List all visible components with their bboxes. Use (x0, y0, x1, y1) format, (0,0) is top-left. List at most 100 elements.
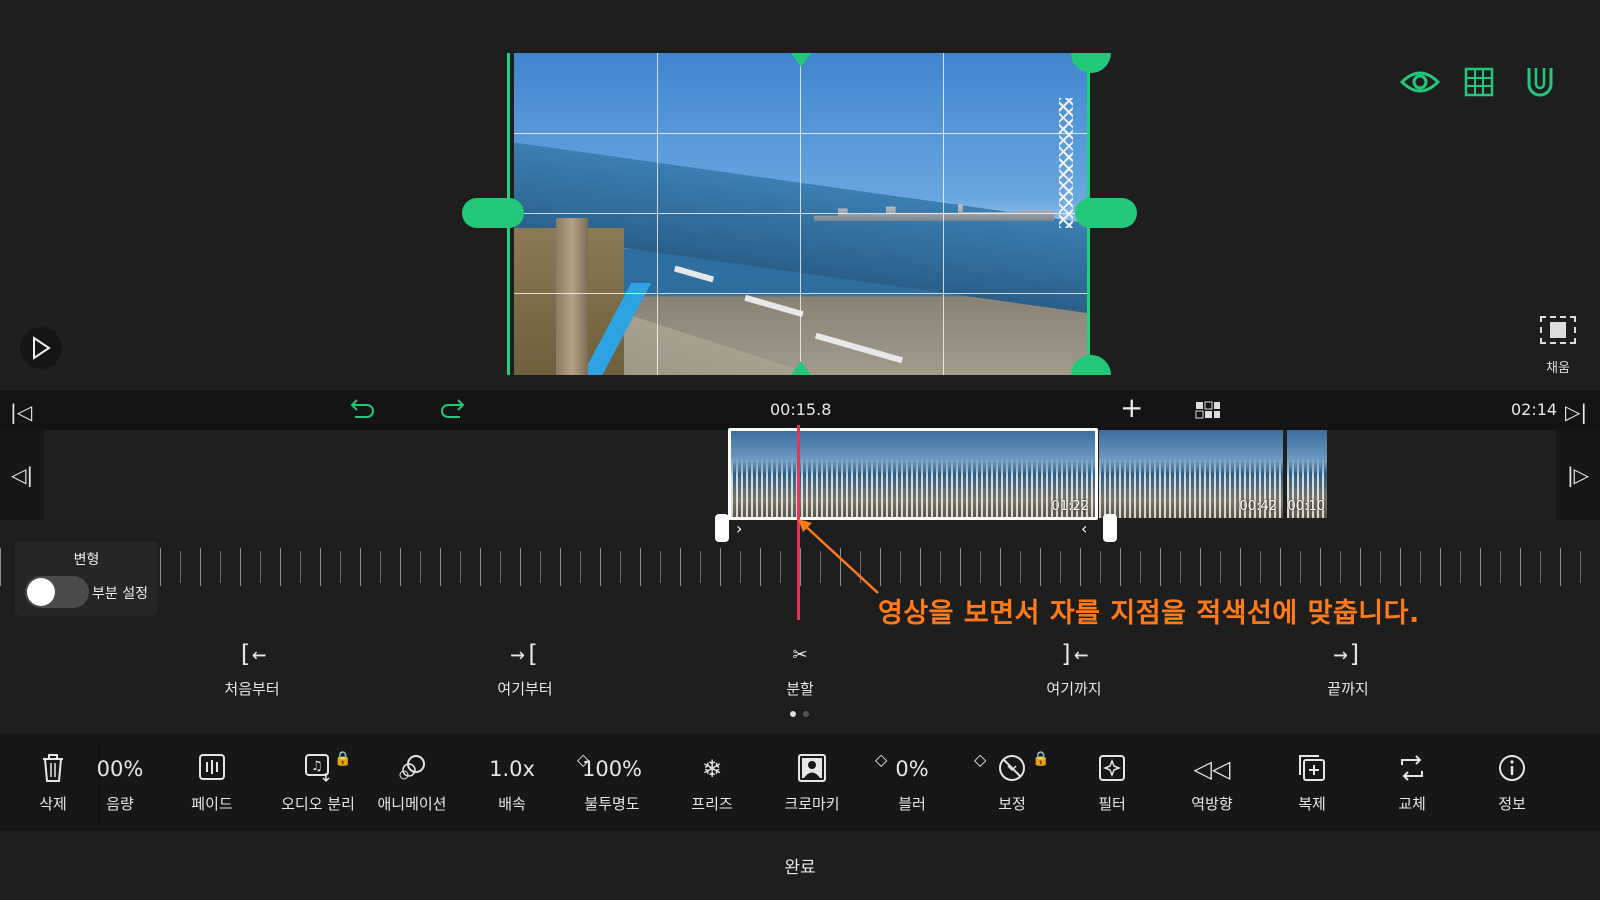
reverse-icon: ◁◁ (1193, 755, 1231, 783)
current-time: 00:15.8 (770, 400, 832, 419)
trim-to-here-button[interactable]: ]← 여기까지 (1009, 636, 1139, 699)
split-button[interactable]: ✂ 분할 (735, 636, 865, 699)
tool-label: 역방향 (1191, 795, 1233, 813)
guide-grid-line (800, 53, 801, 375)
play-icon (33, 336, 51, 360)
trim-to-here-icon: ]← (1059, 640, 1089, 668)
trim-from-here-icon: →[ (510, 640, 540, 668)
tool-label: 음량 (106, 795, 134, 813)
video-post (556, 218, 588, 375)
lock-icon: 🔒 (334, 751, 352, 767)
animation-icon (362, 753, 462, 785)
guide-grid-line (514, 293, 1087, 294)
done-button[interactable]: 완료 (0, 831, 1600, 900)
road-dash (673, 265, 715, 283)
jump-to-end-icon[interactable]: ▷| (1565, 400, 1587, 424)
video-tower (1059, 98, 1073, 228)
trim-action-label: 끝까지 (1327, 680, 1369, 698)
redo-icon[interactable] (438, 396, 466, 424)
transform-panel: 변형 부분 설정 (15, 541, 158, 616)
tool-adjust[interactable]: 보정 (964, 733, 1060, 831)
road-dash (744, 294, 804, 318)
info-icon (1464, 753, 1560, 785)
partial-setting-toggle[interactable] (25, 576, 89, 608)
filter-icon (1064, 753, 1160, 785)
prev-frame-button[interactable]: ◁| (0, 430, 44, 520)
tool-speed[interactable]: 1.0x 배속 (464, 733, 560, 831)
trim-action-label: 여기까지 (1046, 680, 1102, 698)
tool-fade[interactable]: 페이드 (164, 733, 260, 831)
jump-to-start-icon[interactable]: |◁ (10, 400, 32, 424)
next-frame-button[interactable]: |▷ (1556, 430, 1600, 520)
clip-duration: 00:42 (1239, 499, 1277, 514)
tool-reverse[interactable]: ◁◁ 역방향 (1164, 733, 1260, 831)
tool-animation[interactable]: 애니메이션 (362, 733, 462, 831)
tool-replace[interactable]: 교체 (1364, 733, 1460, 831)
speed-value: 1.0x (489, 757, 535, 781)
tool-label: 불투명도 (584, 795, 640, 813)
trim-from-start-icon: [← (237, 640, 267, 668)
tool-label: 페이드 (191, 795, 233, 813)
tool-freeze[interactable]: ❄ 프리즈 (664, 733, 760, 831)
tool-label: 애니메이션 (377, 795, 447, 813)
fill-label: 채움 (1546, 361, 1570, 376)
keyframe-diamond-icon: ◇ (577, 750, 590, 769)
prev-frame-icon: ◁| (10, 463, 34, 487)
bottom-resize-handle[interactable] (791, 361, 811, 375)
trim-from-here-button[interactable]: →[ 여기부터 (460, 636, 590, 699)
svg-text:♫: ♫ (311, 759, 323, 774)
trim-to-end-button[interactable]: →] 끝까지 (1283, 636, 1413, 699)
undo-icon[interactable] (349, 396, 377, 424)
keyframe-diamond-icon: ◇ (974, 750, 987, 769)
done-label: 완료 (784, 858, 816, 878)
clip-duration: 00:10 (1287, 499, 1325, 514)
trim-end-handle[interactable] (1103, 514, 1117, 542)
tool-volume[interactable]: 00% 음량 (72, 733, 168, 831)
volume-value: 00% (96, 757, 144, 781)
annotation-text: 영상을 보면서 자를 지점을 적색선에 맞춥니다. (878, 598, 1420, 629)
tool-info[interactable]: 정보 (1464, 733, 1560, 831)
fill-icon[interactable] (1540, 316, 1576, 344)
eye-icon[interactable] (1399, 67, 1441, 103)
tool-label: 복제 (1298, 795, 1326, 813)
total-time: 02:14 (1511, 400, 1558, 419)
tool-label: 필터 (1098, 795, 1126, 813)
tool-label: 크로마키 (784, 795, 840, 813)
clip-thumbnail[interactable]: 00:42 (1099, 430, 1283, 518)
page-indicator-dot-active (790, 711, 796, 717)
toggle-knob (27, 578, 55, 606)
magnet-icon[interactable] (1525, 66, 1555, 102)
tool-blur[interactable]: 0% 블러 (864, 733, 960, 831)
add-clip-icon[interactable]: + (1120, 394, 1143, 422)
trim-action-label: 여기부터 (497, 680, 553, 698)
tool-label: 오디오 분리 (281, 795, 355, 813)
right-resize-handle[interactable] (1075, 198, 1137, 228)
tool-label: 교체 (1398, 795, 1426, 813)
transform-title: 변형 (73, 552, 100, 568)
video-frame[interactable] (514, 53, 1087, 375)
tool-duplicate[interactable]: 복제 (1264, 733, 1360, 831)
layout-icon[interactable] (1195, 401, 1221, 423)
tool-filter[interactable]: 필터 (1064, 733, 1160, 831)
play-button[interactable] (20, 327, 62, 369)
grid-icon[interactable] (1464, 67, 1494, 101)
lock-icon: 🔒 (1032, 751, 1050, 767)
trim-to-end-icon: →] (1333, 640, 1363, 668)
tool-chroma-key[interactable]: 크로마키 (764, 733, 860, 831)
chevron-left-icon: ‹ (1081, 519, 1088, 538)
annotation-arrow (798, 519, 879, 594)
tool-label: 배속 (498, 795, 526, 813)
trim-action-label: 분할 (786, 680, 814, 698)
trim-start-handle[interactable] (715, 514, 729, 542)
partial-setting-label: 부분 설정 (92, 586, 148, 602)
trim-from-start-button[interactable]: [← 처음부터 (187, 636, 317, 699)
page-indicator-dot (803, 711, 809, 717)
tool-opacity[interactable]: 100% 불투명도 (564, 733, 660, 831)
clip-thumbnail[interactable]: 00:10 (1287, 430, 1327, 518)
tool-audio-separate[interactable]: ♫ 오디오 분리 (264, 733, 372, 831)
keyframe-diamond-icon: ◇ (875, 750, 888, 769)
fade-icon (164, 753, 260, 785)
top-resize-handle[interactable] (791, 53, 811, 67)
left-resize-handle[interactable] (462, 198, 524, 228)
guide-grid-line (943, 53, 944, 375)
